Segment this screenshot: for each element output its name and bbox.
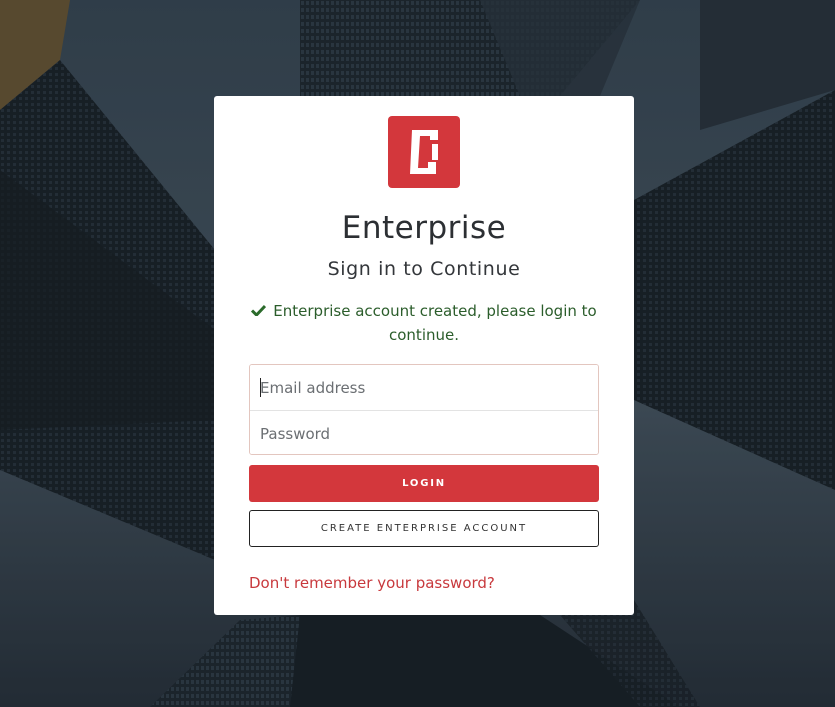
create-account-button[interactable]: CREATE ENTERPRISE ACCOUNT	[249, 510, 599, 547]
success-notice-text: Enterprise account created, please login…	[273, 302, 597, 344]
brand-logo	[388, 116, 460, 188]
sign-in-subtitle: Sign in to Continue	[327, 258, 521, 280]
login-form-fields	[249, 364, 599, 455]
password-field[interactable]	[250, 411, 598, 454]
success-notice: Enterprise account created, please login…	[249, 299, 599, 347]
login-card: Enterprise Sign in to Continue Enterpris…	[214, 96, 634, 615]
forgot-password-link[interactable]: Don't remember your password?	[249, 574, 495, 592]
text-caret	[260, 378, 261, 397]
brand-logo-c-icon	[410, 130, 438, 174]
login-button[interactable]: LOGIN	[249, 465, 599, 502]
email-field[interactable]	[250, 365, 598, 410]
app-title: Enterprise	[341, 210, 507, 246]
check-icon	[251, 304, 267, 316]
